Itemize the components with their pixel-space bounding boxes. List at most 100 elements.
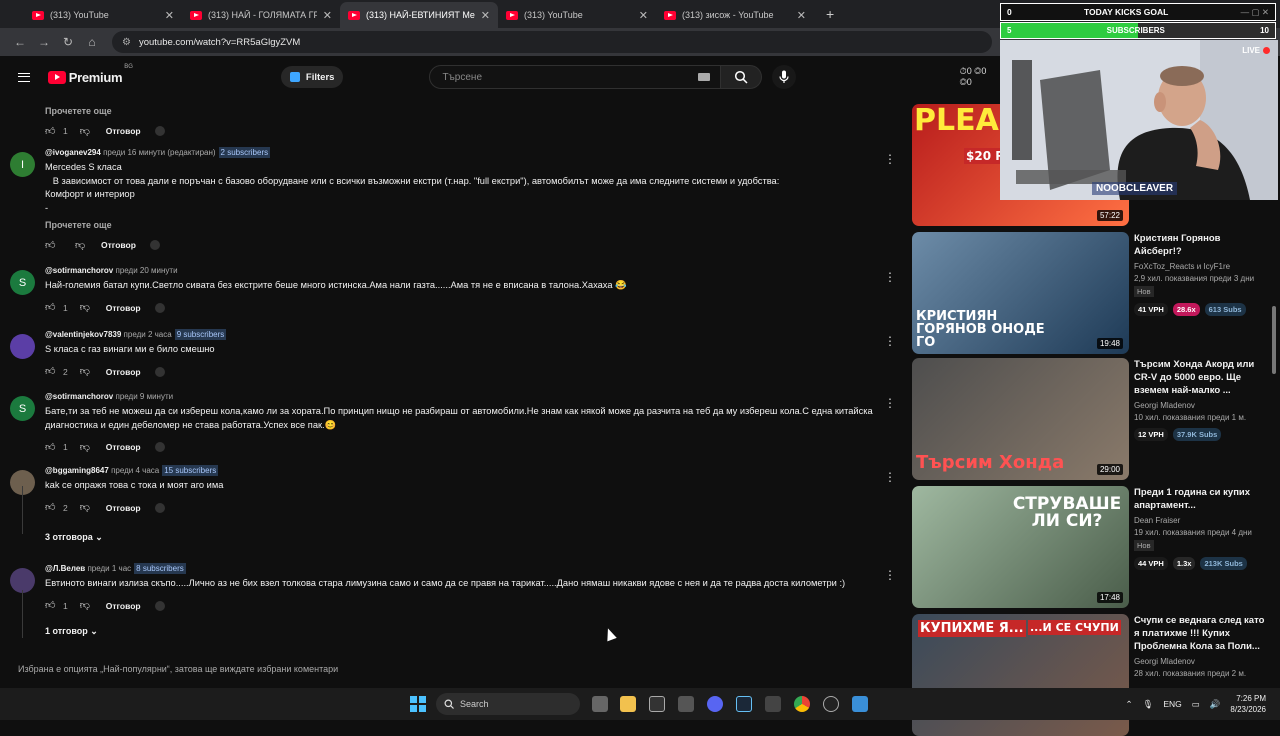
video-title[interactable]: Кристиян Горянов Айсберг!? [1134, 232, 1269, 258]
search-input[interactable]: Търсене [429, 65, 722, 89]
dislike-icon[interactable]: 👎︎ [80, 600, 92, 611]
reply-button[interactable]: Отговор [106, 367, 141, 377]
video-title[interactable]: Счупи се веднага след като я платихме !!… [1134, 614, 1269, 653]
youtube-logo[interactable]: Premium BG [47, 64, 133, 85]
read-more-link[interactable]: Прочетете още [45, 106, 895, 116]
dislike-icon[interactable]: 👎︎ [80, 302, 92, 313]
related-video[interactable]: КРИСТИЯН ГОРЯНОВ ОНОДЕ ГО 19:48 Кристиян Г… [912, 232, 1272, 354]
comment-author[interactable]: @valentinjekov7839 [45, 330, 121, 339]
reply-button[interactable]: Отговор [106, 126, 141, 136]
clock[interactable]: 7:26 PM 8/23/2026 [1230, 693, 1266, 715]
dislike-icon[interactable]: 👎︎ [80, 442, 92, 453]
back-icon[interactable]: ← [8, 35, 32, 49]
voice-search-button[interactable] [772, 65, 796, 89]
comment-author[interactable]: @ivoganev294 [45, 148, 101, 157]
like-icon[interactable]: 👍︎ [45, 442, 57, 453]
site-info-icon[interactable]: ⚙ [122, 37, 131, 48]
browser-tab[interactable]: (313) YouTube ✕ [498, 2, 656, 28]
tray-chevron-icon[interactable]: ⌃ [1125, 699, 1132, 710]
keyboard-icon[interactable] [698, 73, 711, 81]
menu-icon[interactable] [18, 72, 30, 82]
like-icon[interactable]: 👍︎ [45, 600, 57, 611]
dislike-icon[interactable]: 👎︎ [80, 502, 92, 513]
channel-name[interactable]: Georgi Mladenov [1134, 657, 1269, 666]
avatar[interactable] [10, 334, 35, 359]
comment-time[interactable]: преди 16 минути (редактиран) [103, 148, 215, 157]
photos-icon[interactable] [852, 696, 868, 712]
reply-button[interactable]: Отговор [101, 240, 136, 250]
video-title[interactable]: Търсим Хонда Акорд или CR-V до 5000 евро… [1134, 358, 1269, 397]
scrollbar-thumb[interactable] [1272, 306, 1276, 374]
avatar[interactable]: I [10, 152, 35, 177]
comment-author[interactable]: @sotirmanchorov [45, 266, 113, 275]
like-icon[interactable]: 👍︎ [45, 502, 57, 513]
more-actions-icon[interactable]: ⋮ [884, 470, 896, 484]
reply-button[interactable]: Отговор [106, 303, 141, 313]
taskbar-search[interactable]: Search [436, 693, 580, 715]
close-tab-icon[interactable]: ✕ [797, 9, 806, 22]
close-tab-icon[interactable]: ✕ [481, 9, 490, 22]
avatar[interactable]: S [10, 270, 35, 295]
file-explorer-icon[interactable] [620, 696, 636, 712]
steam-icon[interactable] [736, 696, 752, 712]
reply-button[interactable]: Отговор [106, 503, 141, 513]
reply-button[interactable]: Отговор [106, 601, 141, 611]
dislike-icon[interactable]: 👎︎ [80, 366, 92, 377]
comment-author[interactable]: @Л.Велев [45, 564, 85, 573]
discord-icon[interactable] [707, 696, 723, 712]
filters-button[interactable]: Filters [280, 66, 344, 88]
more-actions-icon[interactable]: ⋮ [884, 568, 896, 582]
close-tab-icon[interactable]: ✕ [165, 9, 174, 22]
more-actions-icon[interactable]: ⋮ [884, 396, 896, 410]
video-thumbnail[interactable]: КРИСТИЯН ГОРЯНОВ ОНОДЕ ГО 19:48 [912, 232, 1129, 354]
video-title[interactable]: Преди 1 година си купих апартамент... [1134, 486, 1269, 512]
microphone-icon[interactable]: 🎙 [1143, 699, 1154, 710]
comment-author[interactable]: @bggaming8647 [45, 466, 109, 475]
like-icon[interactable]: 👍︎ [45, 126, 57, 137]
channel-name[interactable]: Georgi Mladenov [1134, 401, 1269, 410]
read-more-link[interactable]: Прочетете още [45, 220, 895, 230]
close-tab-icon[interactable]: ✕ [323, 9, 332, 22]
forward-icon[interactable]: → [32, 35, 56, 49]
task-view-icon[interactable] [592, 696, 608, 712]
related-video[interactable]: СТРУВАШЕ ЛИ СИ? 17:48 Преди 1 година си ку… [912, 486, 1272, 608]
comment-time[interactable]: преди 4 часа [111, 466, 159, 475]
browser-tab[interactable]: (313) зисож - YouTube ✕ [656, 2, 814, 28]
store-icon[interactable] [678, 696, 694, 712]
home-icon[interactable]: ⌂ [80, 35, 104, 49]
channel-name[interactable]: FoXcToz_Reacts и IcyF1re [1134, 262, 1269, 271]
video-thumbnail[interactable]: Търсим Хонда 29:00 [912, 358, 1129, 480]
comment-time[interactable]: преди 9 минути [116, 392, 174, 401]
like-icon[interactable]: 👍︎ [45, 366, 57, 377]
more-actions-icon[interactable]: ⋮ [884, 334, 896, 348]
reload-icon[interactable]: ↻ [56, 35, 80, 49]
avatar[interactable]: S [10, 396, 35, 421]
language-indicator[interactable]: ENG [1163, 699, 1181, 709]
close-tab-icon[interactable]: ✕ [639, 9, 648, 22]
more-actions-icon[interactable]: ⋮ [884, 270, 896, 284]
browser-tab[interactable]: (313) НАЙ-ЕВТИНИЯТ Мер ✕ [340, 2, 498, 28]
comment-author[interactable]: @sotirmanchorov [45, 392, 113, 401]
like-icon[interactable]: 👍︎ [45, 302, 57, 313]
show-replies-button[interactable]: 1 отговор ⌄ [45, 626, 98, 637]
related-video[interactable]: Търсим Хонда 29:00 Търсим Хонда Акорд или … [912, 358, 1272, 480]
channel-name[interactable]: Dean Fraiser [1134, 516, 1269, 525]
windows-start-icon[interactable] [410, 696, 426, 712]
url-field[interactable]: ⚙ youtube.com/watch?v=RR5aGlgyZVM [112, 31, 992, 53]
like-icon[interactable]: 👍︎ [45, 240, 57, 251]
comment-time[interactable]: преди 2 часа [124, 330, 172, 339]
show-replies-button[interactable]: 3 отговора ⌄ [45, 532, 103, 543]
dislike-icon[interactable]: 👎︎ [75, 240, 87, 251]
chrome-icon[interactable] [794, 696, 810, 712]
comment-time[interactable]: преди 1 час [87, 564, 131, 573]
app-icon[interactable] [823, 696, 839, 712]
more-actions-icon[interactable]: ⋮ [884, 152, 896, 166]
app-icon[interactable] [649, 696, 665, 712]
browser-tab[interactable]: (313) НАЙ - ГОЛЯМАТА ГРЕШК ✕ [182, 2, 340, 28]
new-tab-button[interactable]: + [826, 6, 834, 22]
video-thumbnail[interactable]: СТРУВАШЕ ЛИ СИ? 17:48 [912, 486, 1129, 608]
network-icon[interactable]: ▭ [1192, 699, 1200, 710]
calculator-icon[interactable] [765, 696, 781, 712]
comment-time[interactable]: преди 20 минути [116, 266, 178, 275]
dislike-icon[interactable]: 👎︎ [80, 126, 92, 137]
